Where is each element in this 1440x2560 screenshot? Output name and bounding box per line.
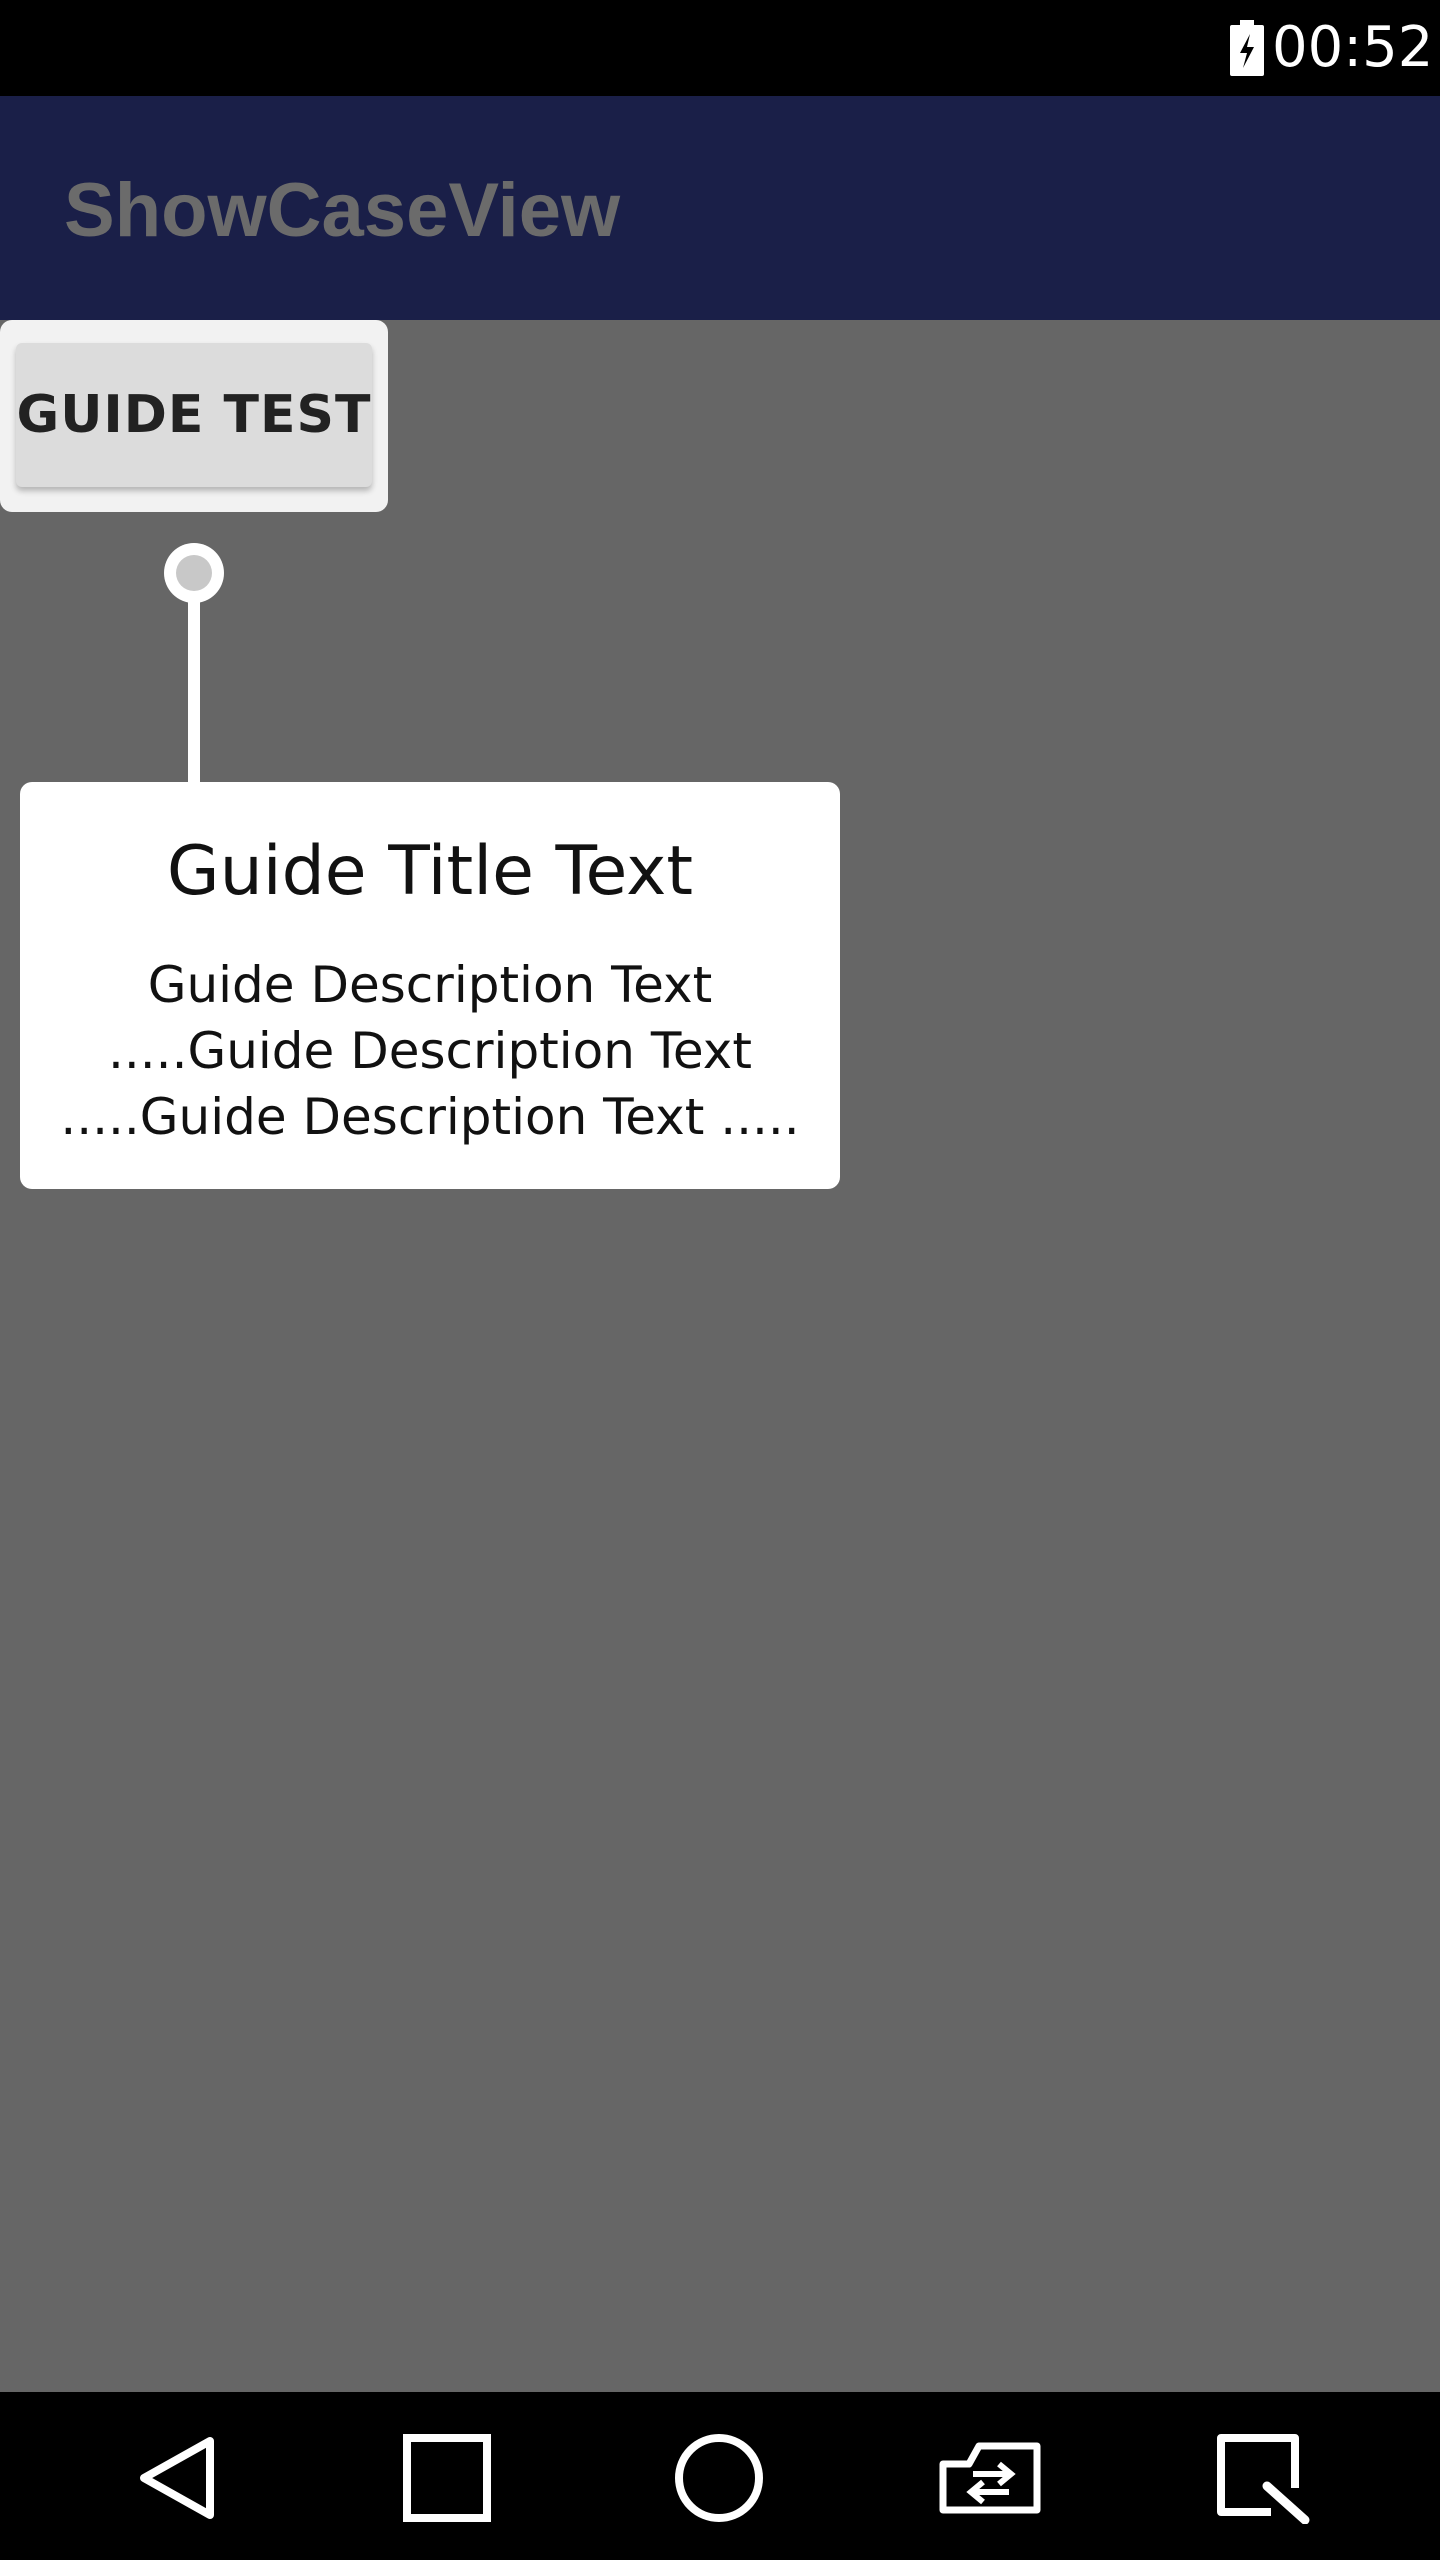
- status-bar: 00:52: [0, 0, 1440, 96]
- recents-button[interactable]: [392, 2428, 502, 2528]
- back-button[interactable]: [122, 2428, 232, 2528]
- guide-description-line: .....Guide Description Text: [108, 1022, 752, 1080]
- home-icon: [675, 2434, 763, 2522]
- pointer-line: [188, 600, 200, 784]
- app-bar: ShowCaseView: [0, 96, 1440, 320]
- guide-title: Guide Title Text: [166, 832, 694, 911]
- guide-test-button[interactable]: GUIDE TEST: [16, 343, 372, 487]
- screenshot-button[interactable]: [1208, 2428, 1318, 2528]
- rotate-button[interactable]: [936, 2428, 1046, 2528]
- pointer-dot-inner: [176, 555, 212, 591]
- showcase-overlay[interactable]: [0, 320, 1440, 2392]
- screenshot-icon: [1217, 2434, 1310, 2524]
- screen-rotate-icon: [939, 2442, 1041, 2514]
- app-title: ShowCaseView: [64, 168, 621, 253]
- pointer-dot: [164, 543, 224, 603]
- back-icon: [140, 2437, 214, 2519]
- navigation-bar: [0, 2392, 1440, 2560]
- guide-card[interactable]: Guide Title Text Guide Description Text …: [20, 782, 840, 1189]
- home-button[interactable]: [664, 2428, 774, 2528]
- guide-description-line: .....Guide Description Text .....: [60, 1088, 800, 1146]
- status-time: 00:52: [1272, 15, 1434, 80]
- battery-charging-icon: [1230, 20, 1264, 76]
- guide-description-line: Guide Description Text: [147, 956, 713, 1014]
- guide-description: Guide Description Text .....Guide Descri…: [20, 952, 840, 1150]
- recents-icon: [403, 2434, 491, 2522]
